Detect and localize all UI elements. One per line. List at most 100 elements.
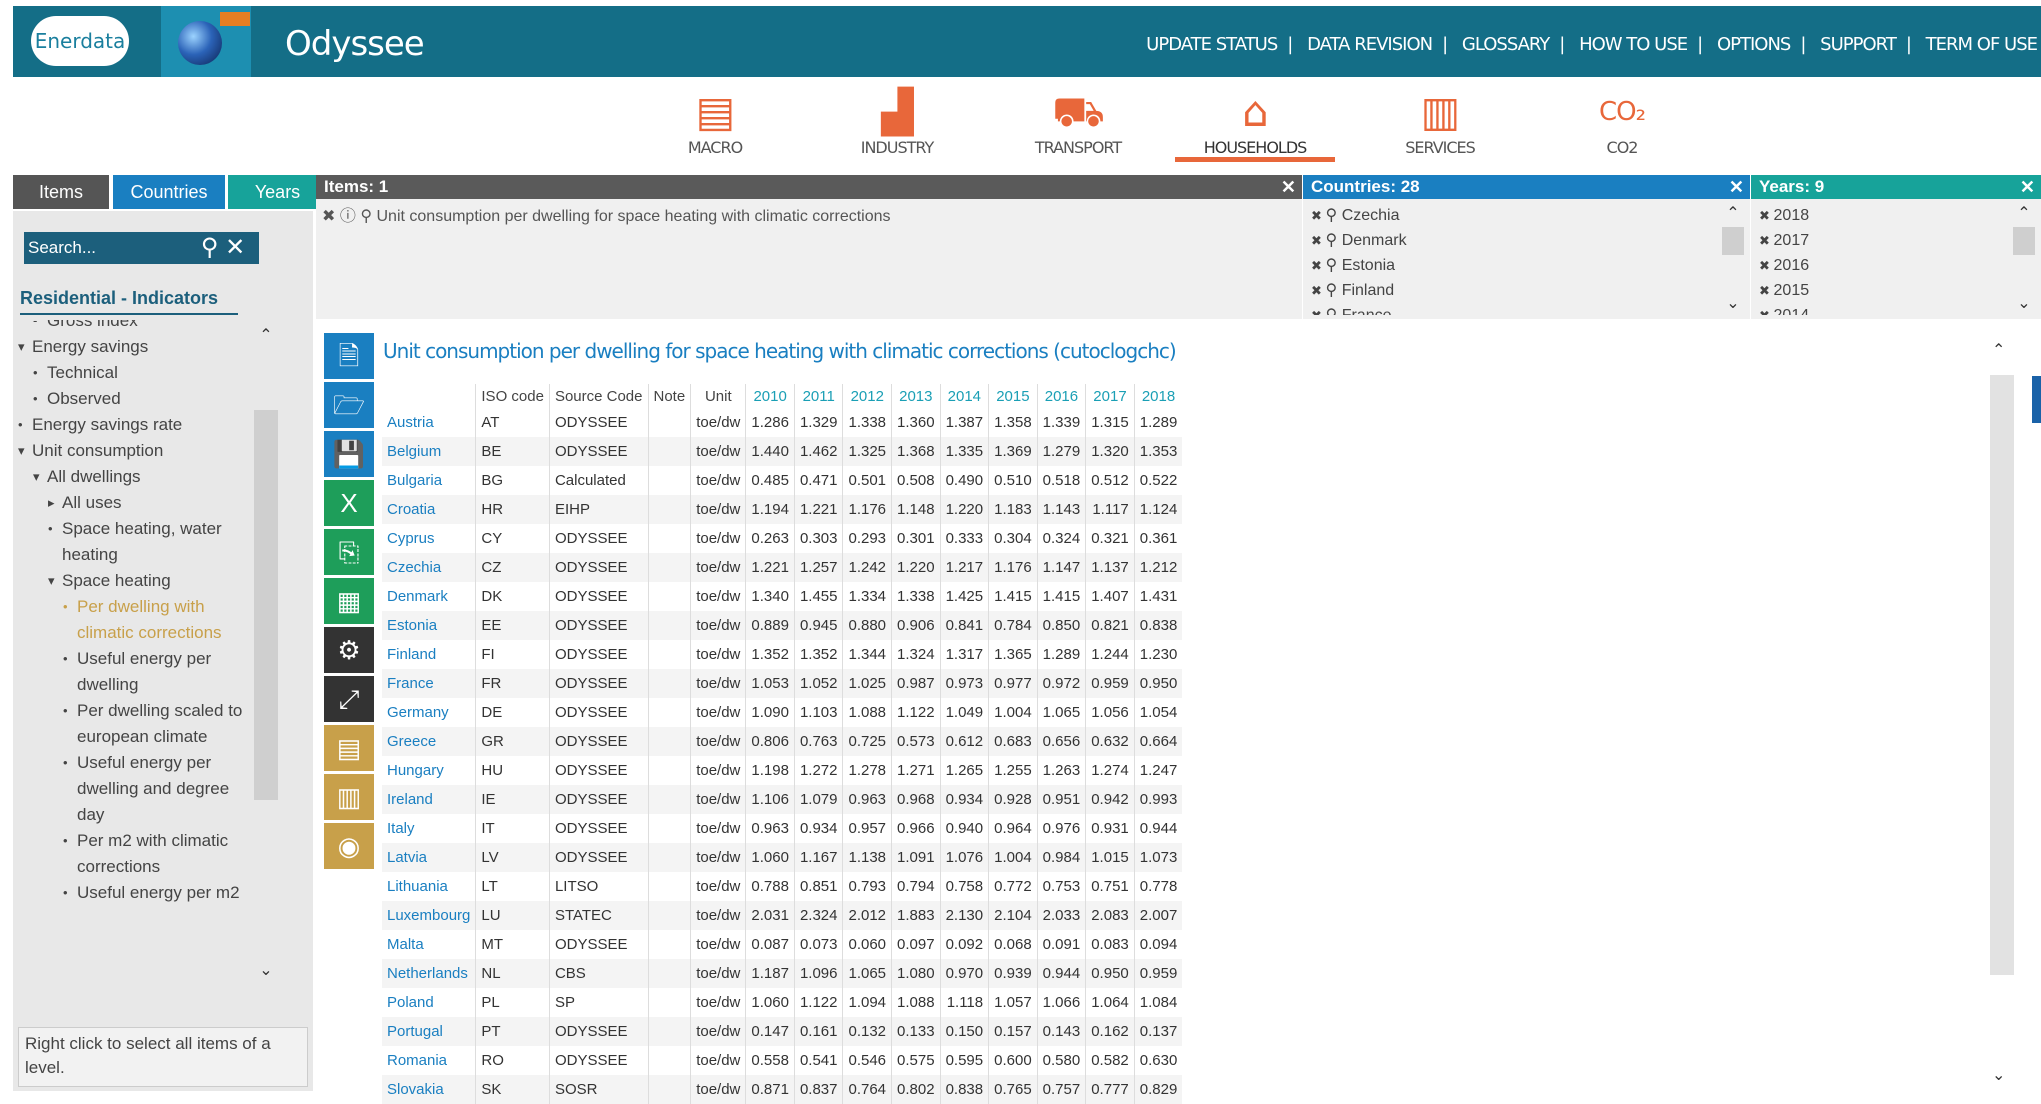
close-icon[interactable]: ✕: [1729, 175, 1744, 199]
scroll-up-icon[interactable]: ⌃: [1722, 203, 1744, 223]
map-view-icon[interactable]: ◉: [324, 823, 374, 869]
country-link[interactable]: Estonia: [382, 611, 476, 640]
sector-transport[interactable]: ⛟ TRANSPORT: [1023, 86, 1133, 157]
country-link[interactable]: Netherlands: [382, 959, 476, 988]
search-icon[interactable]: ⚲: [1326, 207, 1342, 224]
country-link[interactable]: Croatia: [382, 495, 476, 524]
link-how-to-use[interactable]: HOW TO USE: [1579, 34, 1688, 55]
tree-marker-icon[interactable]: •: [63, 750, 68, 776]
side-tab[interactable]: [2032, 376, 2041, 423]
search-icon[interactable]: ⚲: [201, 234, 219, 261]
remove-icon[interactable]: ✖: [1759, 283, 1774, 298]
tree-marker-icon[interactable]: ▾: [33, 464, 40, 490]
selection-row[interactable]: ✖ ⚲ France: [1303, 303, 1710, 315]
country-link[interactable]: Denmark: [382, 582, 476, 611]
tree-marker-icon[interactable]: •: [33, 386, 38, 412]
calculator-icon[interactable]: ▦: [324, 578, 374, 624]
link-support[interactable]: SUPPORT: [1820, 34, 1897, 55]
tree-marker-icon[interactable]: •: [63, 880, 68, 906]
country-link[interactable]: Greece: [382, 727, 476, 756]
tree-marker-icon[interactable]: •: [63, 698, 68, 724]
clear-icon[interactable]: ✕: [225, 234, 245, 261]
scroll-thumb[interactable]: [2013, 227, 2035, 255]
country-link[interactable]: Malta: [382, 930, 476, 959]
close-icon[interactable]: ✕: [2020, 175, 2035, 199]
settings-icon[interactable]: ⚙: [324, 627, 374, 673]
report-icon[interactable]: 🗎: [324, 333, 374, 379]
country-link[interactable]: Poland: [382, 988, 476, 1017]
country-link[interactable]: Belgium: [382, 437, 476, 466]
scroll-down-icon[interactable]: ⌄: [1722, 293, 1744, 313]
tree-item[interactable]: • Per dwelling with climatic corrections: [18, 594, 258, 646]
tree-marker-icon[interactable]: -: [33, 320, 37, 334]
sector-co2[interactable]: CO₂ CO2: [1567, 86, 1677, 157]
remove-icon[interactable]: ✖: [1759, 308, 1774, 315]
tree-marker-icon[interactable]: •: [63, 646, 68, 672]
selection-row[interactable]: ✖ 2014: [1751, 303, 2001, 315]
sector-macro[interactable]: ▤ MACRO: [660, 86, 770, 157]
tab-years[interactable]: Years: [228, 175, 327, 209]
country-link[interactable]: Ireland: [382, 785, 476, 814]
country-link[interactable]: Italy: [382, 814, 476, 843]
link-update-status[interactable]: UPDATE STATUS: [1146, 34, 1278, 55]
selection-row[interactable]: ✖ 2016: [1751, 253, 2001, 278]
year-header[interactable]: 2015: [988, 384, 1038, 408]
tab-items[interactable]: Items: [13, 175, 109, 209]
selection-row[interactable]: ✖ 2017: [1751, 228, 2001, 253]
link-data-revision[interactable]: DATA REVISION: [1307, 34, 1433, 55]
tree-item[interactable]: • Space heating, water heating: [18, 516, 258, 568]
country-link[interactable]: France: [382, 669, 476, 698]
tree-item[interactable]: ▾ Unit consumption: [18, 438, 258, 464]
country-link[interactable]: Cyprus: [382, 524, 476, 553]
country-link[interactable]: Hungary: [382, 756, 476, 785]
info-icon[interactable]: ⓘ: [340, 208, 356, 225]
year-header[interactable]: 2010: [745, 384, 795, 408]
sector-industry[interactable]: ▟ INDUSTRY: [842, 86, 952, 157]
scroll-up-icon[interactable]: ⌃: [254, 325, 278, 345]
selected-item[interactable]: ✖ ⓘ ⚲ Unit consumption per dwelling for …: [322, 202, 891, 226]
country-link[interactable]: Portugal: [382, 1017, 476, 1046]
tree-marker-icon[interactable]: •: [33, 360, 38, 386]
selection-row[interactable]: ✖ 2018: [1751, 203, 2001, 228]
country-link[interactable]: Lithuania: [382, 872, 476, 901]
sector-households[interactable]: ⌂ HOUSEHOLDS: [1175, 86, 1335, 162]
selection-row[interactable]: ✖ ⚲ Denmark: [1303, 228, 1710, 253]
scroll-thumb[interactable]: [1722, 227, 1744, 255]
remove-icon[interactable]: ✖: [1759, 233, 1774, 248]
tree-item[interactable]: ▾ Energy savings: [18, 334, 258, 360]
scroll-down-icon[interactable]: ⌄: [2013, 293, 2035, 313]
tree-item[interactable]: • Useful energy per dwelling and degree d…: [18, 750, 258, 828]
year-header[interactable]: 2016: [1036, 384, 1086, 408]
tree-item[interactable]: • Per dwelling scaled to european climate: [18, 698, 258, 750]
selection-row[interactable]: ✖ 2015: [1751, 278, 2001, 303]
close-icon[interactable]: ✕: [1281, 175, 1296, 199]
tree-marker-icon[interactable]: ▾: [18, 438, 25, 464]
country-link[interactable]: Germany: [382, 698, 476, 727]
scroll-down-icon[interactable]: ⌄: [254, 960, 278, 980]
selection-row[interactable]: ✖ ⚲ Finland: [1303, 278, 1710, 303]
tree-item[interactable]: • Per m2 with climatic corrections: [18, 828, 258, 880]
search-icon[interactable]: ⚲: [1326, 257, 1342, 274]
tree-marker-icon[interactable]: •: [48, 516, 53, 542]
tree-marker-icon[interactable]: •: [18, 412, 23, 438]
search-input[interactable]: Search...: [24, 232, 187, 264]
selection-row[interactable]: ✖ ⚲ Estonia: [1303, 253, 1710, 278]
search-icon[interactable]: ⚲: [1326, 282, 1342, 299]
year-header[interactable]: 2014: [939, 384, 989, 408]
remove-icon[interactable]: ✖: [322, 208, 335, 225]
country-link[interactable]: Bulgaria: [382, 466, 476, 495]
remove-icon[interactable]: ✖: [1311, 233, 1326, 248]
pdf-icon[interactable]: ⎘: [324, 529, 374, 575]
link-options[interactable]: OPTIONS: [1717, 34, 1791, 55]
tree-scrollbar[interactable]: ⌃ ⌄: [254, 325, 278, 985]
scroll-thumb[interactable]: [254, 410, 278, 800]
year-header[interactable]: 2012: [842, 384, 892, 408]
remove-icon[interactable]: ✖: [1311, 283, 1326, 298]
country-link[interactable]: Czechia: [382, 553, 476, 582]
country-link[interactable]: Latvia: [382, 843, 476, 872]
link-glossary[interactable]: GLOSSARY: [1462, 34, 1550, 55]
tree-item[interactable]: • Useful energy per m2: [18, 880, 258, 906]
main-scrollbar[interactable]: [1990, 375, 2014, 975]
tree-marker-icon[interactable]: •: [63, 828, 68, 854]
tree-item[interactable]: • Technical: [18, 360, 258, 386]
